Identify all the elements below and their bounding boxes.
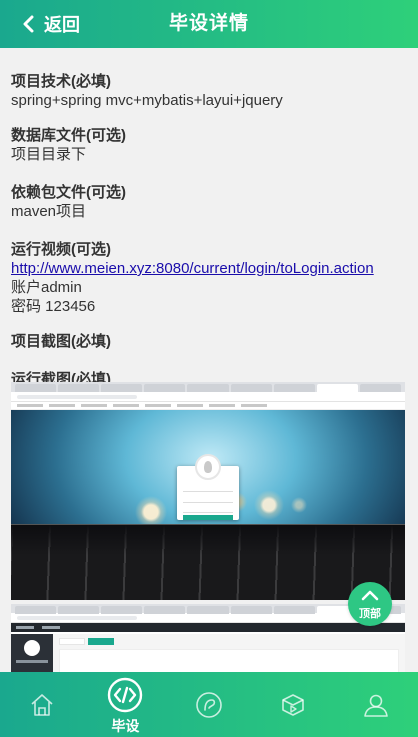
chevron-up-icon bbox=[361, 590, 379, 601]
browser-address-bar bbox=[11, 613, 405, 623]
login-field bbox=[183, 497, 233, 503]
tab-profile[interactable] bbox=[334, 672, 418, 737]
section-title: 数据库文件(可选) bbox=[11, 127, 126, 144]
back-to-top-label: 顶部 bbox=[359, 608, 381, 620]
login-field bbox=[183, 507, 233, 513]
admin-sidebar bbox=[11, 634, 53, 672]
section-title: 项目截图(必填) bbox=[11, 333, 111, 350]
tab-discover[interactable] bbox=[167, 672, 251, 737]
home-icon bbox=[31, 694, 53, 716]
login-field bbox=[183, 486, 233, 492]
section-dependencies: 依赖包文件(可选) maven项目 bbox=[11, 183, 407, 221]
page-title: 毕设详情 bbox=[168, 13, 249, 34]
detail-content[interactable]: 项目技术(必填) spring+spring mvc+mybatis+layui… bbox=[0, 48, 418, 672]
section-tech: 项目技术(必填) spring+spring mvc+mybatis+layui… bbox=[11, 72, 407, 110]
section-title: 运行视频(可选) bbox=[11, 241, 111, 258]
tab-videos[interactable] bbox=[251, 672, 335, 737]
section-database: 数据库文件(可选) 项目目录下 bbox=[11, 126, 407, 164]
login-avatar bbox=[195, 454, 221, 480]
browser-tabbar bbox=[11, 382, 405, 392]
screenshot-admin-page[interactable] bbox=[11, 604, 405, 672]
section-value: maven项目 bbox=[11, 203, 87, 220]
login-submit bbox=[183, 515, 233, 520]
browser-bookmarks bbox=[11, 402, 405, 410]
password-text: 密码 123456 bbox=[11, 298, 96, 315]
section-project-screenshots: 项目截图(必填) bbox=[11, 332, 407, 351]
admin-topnav bbox=[11, 623, 405, 632]
browser-tabbar bbox=[11, 604, 405, 614]
screenshot-login-page[interactable] bbox=[11, 382, 405, 600]
compass-icon bbox=[196, 692, 222, 718]
clipped-text-line bbox=[11, 48, 391, 54]
tab-projects-label: 毕设 bbox=[111, 718, 140, 734]
section-title: 依赖包文件(可选) bbox=[11, 184, 126, 201]
code-icon bbox=[108, 677, 143, 713]
bottom-tabbar: 毕设 bbox=[0, 672, 418, 737]
demo-link[interactable]: http://www.meien.xyz:8080/current/login/… bbox=[11, 259, 407, 278]
wooden-deck bbox=[11, 524, 405, 600]
section-value: spring+spring mvc+mybatis+layui+jquery bbox=[11, 92, 283, 109]
video-icon bbox=[281, 694, 304, 716]
tab-projects[interactable]: 毕设 bbox=[84, 672, 168, 737]
browser-address-bar bbox=[11, 392, 405, 402]
account-text: 账户admin bbox=[11, 279, 82, 296]
admin-main bbox=[53, 634, 405, 672]
tab-home[interactable] bbox=[0, 672, 84, 737]
back-to-top-button[interactable]: 顶部 bbox=[348, 582, 392, 626]
section-value: 项目目录下 bbox=[11, 146, 87, 163]
user-icon bbox=[364, 694, 388, 717]
section-video: 运行视频(可选) http://www.meien.xyz:8080/curre… bbox=[11, 240, 407, 316]
app-header: 返回 毕设详情 bbox=[0, 0, 418, 48]
section-title: 项目技术(必填) bbox=[11, 73, 111, 90]
